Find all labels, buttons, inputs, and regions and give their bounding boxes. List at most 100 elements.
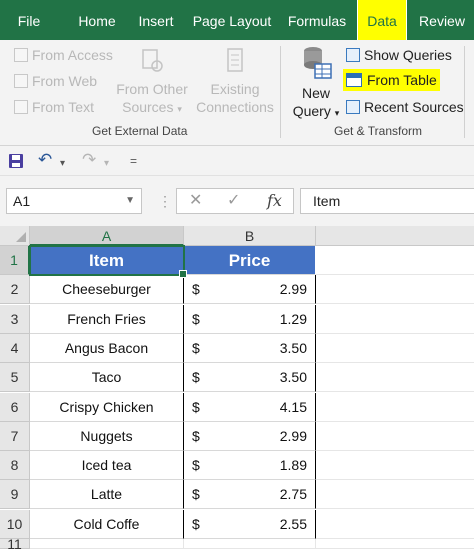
enter-icon[interactable]: ✓ bbox=[227, 189, 240, 213]
price-cell[interactable]: $2.99 bbox=[184, 422, 316, 451]
price-cell[interactable]: $3.50 bbox=[184, 334, 316, 363]
table-header-price[interactable]: Price bbox=[184, 246, 316, 275]
select-all-button[interactable] bbox=[0, 226, 30, 246]
empty-cell[interactable] bbox=[316, 539, 474, 549]
empty-cell[interactable] bbox=[316, 246, 474, 275]
tab-page-layout[interactable]: Page Layout bbox=[190, 0, 274, 40]
group-divider bbox=[464, 46, 465, 138]
price-value: 3.50 bbox=[279, 340, 307, 356]
column-header-b[interactable]: B bbox=[184, 226, 316, 246]
customize-qat-icon[interactable]: = bbox=[130, 152, 137, 170]
from-other-sources-button[interactable]: From Other Sources ▾ bbox=[116, 46, 188, 118]
price-value: 2.99 bbox=[279, 281, 307, 297]
item-cell[interactable]: Iced tea bbox=[30, 451, 184, 480]
empty-cell[interactable] bbox=[316, 393, 474, 422]
group-label-get-transform: Get & Transform bbox=[334, 124, 423, 138]
item-cell[interactable]: Cold Coffe bbox=[30, 510, 184, 539]
row-header[interactable]: 1 bbox=[0, 246, 30, 275]
price-value: 1.89 bbox=[279, 457, 307, 473]
row-header[interactable]: 8 bbox=[0, 451, 30, 480]
empty-cell[interactable] bbox=[316, 480, 474, 509]
cancel-icon[interactable]: ✕ bbox=[189, 189, 202, 213]
row-header[interactable]: 7 bbox=[0, 422, 30, 451]
column-header-empty[interactable] bbox=[316, 226, 474, 246]
item-cell[interactable]: Latte bbox=[30, 480, 184, 509]
table-header-item[interactable]: Item bbox=[30, 246, 184, 275]
show-queries-icon bbox=[346, 48, 360, 62]
row-header[interactable]: 3 bbox=[0, 305, 30, 334]
new-query-icon bbox=[304, 47, 332, 79]
tab-file[interactable]: File bbox=[4, 0, 54, 40]
from-access-button[interactable]: From Access bbox=[14, 46, 113, 64]
empty-cell[interactable] bbox=[316, 510, 474, 539]
table-icon bbox=[346, 73, 362, 87]
new-query-button[interactable]: New Query ▾ bbox=[290, 44, 342, 122]
from-text-button[interactable]: From Text bbox=[14, 98, 94, 116]
empty-cell[interactable] bbox=[316, 422, 474, 451]
empty-cell[interactable] bbox=[316, 275, 474, 304]
show-queries-button[interactable]: Show Queries bbox=[346, 46, 452, 64]
empty-cell[interactable] bbox=[316, 451, 474, 480]
formula-input[interactable]: Item bbox=[300, 188, 474, 214]
web-icon bbox=[14, 74, 28, 88]
redo-icon[interactable]: ↷ bbox=[82, 151, 96, 169]
empty-cell[interactable] bbox=[316, 305, 474, 334]
from-web-button[interactable]: From Web bbox=[14, 72, 97, 90]
item-cell[interactable]: Nuggets bbox=[30, 422, 184, 451]
item-cell[interactable]: French Fries bbox=[30, 305, 184, 334]
tab-review[interactable]: Review bbox=[413, 0, 471, 40]
existing-connections-icon bbox=[227, 48, 243, 72]
price-value: 4.15 bbox=[279, 399, 307, 415]
price-cell[interactable]: $4.15 bbox=[184, 393, 316, 422]
row-header[interactable]: 4 bbox=[0, 334, 30, 363]
drag-handle-icon[interactable]: ⋮ bbox=[158, 190, 172, 212]
item-cell[interactable]: Taco bbox=[30, 363, 184, 392]
formula-bar: A1 ▼ ⋮ ✕ ✓ fx Item bbox=[0, 176, 474, 226]
row-header[interactable]: 2 bbox=[0, 275, 30, 304]
recent-sources-icon bbox=[346, 100, 360, 114]
item-cell[interactable]: Crispy Chicken bbox=[30, 393, 184, 422]
price-cell[interactable]: $3.50 bbox=[184, 363, 316, 392]
row-header[interactable]: 5 bbox=[0, 363, 30, 392]
price-value: 1.29 bbox=[279, 311, 307, 327]
name-box[interactable]: A1 ▼ bbox=[6, 188, 142, 214]
tab-formulas[interactable]: Formulas bbox=[282, 0, 352, 40]
item-cell[interactable]: Cheeseburger bbox=[30, 275, 184, 304]
from-table-button[interactable]: From Table bbox=[343, 69, 440, 91]
existing-connections-button[interactable]: Existing Connections bbox=[196, 46, 274, 116]
undo-dropdown-icon[interactable]: ▾ bbox=[60, 155, 65, 173]
worksheet-grid[interactable]: A B 1 Item Price 2 Cheeseburger $2.99 3 French … bbox=[0, 226, 474, 551]
empty-cell[interactable] bbox=[30, 539, 184, 549]
currency-symbol: $ bbox=[192, 457, 200, 473]
currency-symbol: $ bbox=[192, 340, 200, 356]
save-icon[interactable] bbox=[8, 153, 24, 169]
redo-dropdown-icon[interactable]: ▾ bbox=[104, 155, 109, 173]
tab-home[interactable]: Home bbox=[70, 0, 124, 40]
formula-buttons: ✕ ✓ fx bbox=[176, 188, 294, 214]
currency-symbol: $ bbox=[192, 311, 200, 327]
price-cell[interactable]: $2.99 bbox=[184, 275, 316, 304]
price-cell[interactable]: $1.89 bbox=[184, 451, 316, 480]
ribbon-tab-bar: File Home Insert Page Layout Formulas Da… bbox=[0, 0, 474, 40]
chevron-down-icon[interactable]: ▼ bbox=[125, 189, 135, 213]
tab-insert[interactable]: Insert bbox=[130, 0, 182, 40]
row-header[interactable]: 11 bbox=[0, 537, 30, 551]
price-cell[interactable]: $2.75 bbox=[184, 480, 316, 509]
tab-data[interactable]: Data bbox=[357, 0, 407, 40]
row-header[interactable]: 9 bbox=[0, 480, 30, 509]
insert-function-icon[interactable]: fx bbox=[267, 189, 282, 213]
price-value: 3.50 bbox=[279, 369, 307, 385]
chevron-down-icon: ▾ bbox=[334, 108, 340, 118]
row-header[interactable]: 6 bbox=[0, 393, 30, 422]
item-cell[interactable]: Angus Bacon bbox=[30, 334, 184, 363]
column-header-a[interactable]: A bbox=[30, 226, 184, 246]
undo-icon[interactable]: ↶ bbox=[38, 151, 52, 169]
empty-cell[interactable] bbox=[316, 334, 474, 363]
empty-cell[interactable] bbox=[184, 539, 316, 549]
price-cell[interactable]: $1.29 bbox=[184, 305, 316, 334]
currency-symbol: $ bbox=[192, 281, 200, 297]
recent-sources-button[interactable]: Recent Sources bbox=[346, 98, 464, 116]
price-cell[interactable]: $2.55 bbox=[184, 510, 316, 539]
empty-cell[interactable] bbox=[316, 363, 474, 392]
row-header[interactable]: 10 bbox=[0, 510, 30, 539]
